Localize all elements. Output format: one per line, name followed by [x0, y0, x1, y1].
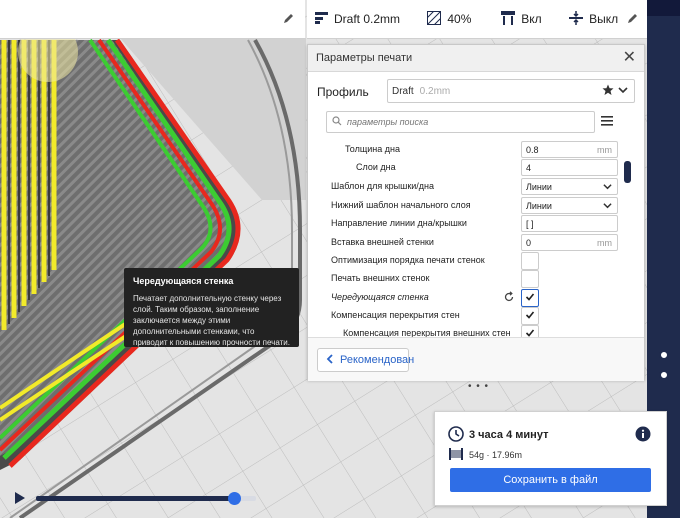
spool-icon — [449, 448, 463, 463]
adhesion-summary[interactable]: Выкл — [569, 0, 627, 38]
profile-icon — [315, 11, 328, 27]
support-summary-label: Вкл — [521, 12, 542, 26]
setting-unit: mm — [597, 145, 612, 155]
setting-dropdown[interactable]: Линии — [521, 197, 618, 214]
chevron-down-icon[interactable] — [618, 85, 628, 98]
setting-row: Компенсация перекрытия стен — [308, 307, 618, 325]
reset-icon[interactable] — [503, 291, 515, 303]
setting-label: Шаблон для крышки/дна — [331, 181, 435, 191]
search-input[interactable] — [347, 117, 567, 127]
pencil-icon[interactable] — [283, 12, 297, 26]
profile-row: Профиль Draft 0.2mm — [308, 79, 644, 103]
panel-title: Параметры печати — [316, 52, 413, 64]
checkmark-icon — [525, 292, 535, 304]
setting-input[interactable]: [ ] — [521, 215, 618, 232]
info-icon[interactable] — [635, 426, 651, 445]
setting-label: Толщина дна — [345, 144, 400, 154]
setting-label: Направление линии дна/крышки — [331, 218, 467, 228]
print-settings-panel: Параметры печати ✕ Профиль Draft 0.2mm п… — [307, 44, 645, 392]
chevron-down-icon — [603, 182, 612, 193]
profile-quality: 0.2mm — [419, 85, 451, 97]
adhesion-icon — [569, 10, 584, 28]
profile-label: Профиль — [317, 85, 369, 99]
setting-value: Линии — [526, 181, 552, 192]
setting-row: Чередующаяся стенка — [308, 289, 618, 307]
setting-checkbox[interactable] — [521, 307, 539, 325]
infill-summary[interactable]: 40% — [427, 0, 485, 38]
setting-input[interactable]: 0 mm — [521, 234, 618, 251]
setting-row: Слои дна 4 — [308, 159, 618, 177]
clock-icon — [448, 426, 464, 445]
profile-name: Draft — [392, 85, 414, 97]
setting-label: Оптимизация порядка печати стенок — [331, 255, 485, 265]
setting-label: Компенсация перекрытия стен — [331, 310, 460, 320]
setting-label: Слои дна — [356, 162, 396, 172]
chevron-left-icon — [326, 353, 334, 367]
profile-select[interactable]: Draft 0.2mm — [387, 79, 635, 103]
support-summary[interactable]: Вкл — [501, 0, 555, 38]
tooltip-description: Печатает дополнительную стенку через сло… — [133, 294, 290, 347]
setting-value: 0.8 — [526, 144, 539, 155]
print-time: 3 часа 4 минут — [469, 429, 549, 441]
tooltip-title: Чередующаяся стенка — [133, 276, 234, 286]
setting-value: 4 — [526, 162, 532, 173]
panel-header: Параметры печати ✕ — [308, 45, 644, 72]
pencil-icon[interactable] — [627, 12, 639, 27]
setting-row: Печать внешних стенок — [308, 270, 618, 288]
settings-scrollbar[interactable] — [624, 161, 631, 183]
layer-slider[interactable] — [659, 351, 669, 379]
support-icon — [501, 10, 516, 28]
adhesion-summary-label: Выкл — [589, 12, 619, 26]
infill-summary-label: 40% — [447, 12, 472, 26]
setting-row: Толщина дна 0.8 mm — [308, 141, 618, 159]
search-icon — [332, 115, 342, 129]
checkmark-icon — [525, 310, 535, 322]
close-icon[interactable]: ✕ — [623, 50, 636, 66]
setting-row: Оптимизация порядка печати стенок — [308, 252, 618, 270]
panel-footer: Рекомендован — [308, 337, 644, 381]
material-estimate: 54g · 17.96m — [469, 450, 523, 460]
setting-row: Направление линии дна/крышки [ ] — [308, 215, 618, 233]
setting-row: Вставка внешней стенки 0 mm — [308, 234, 618, 252]
settings-visibility-menu-icon[interactable] — [601, 115, 615, 127]
setting-checkbox[interactable] — [521, 252, 539, 270]
setting-unit: mm — [597, 238, 612, 248]
settings-list: Толщина дна 0.8 mm Слои дна 4 Шаблон для… — [308, 139, 618, 339]
simulation-progress-fill — [36, 496, 234, 501]
setting-row: Нижний шаблон начального слоя Линии — [308, 197, 618, 215]
recommended-button[interactable]: Рекомендован — [317, 348, 414, 372]
settings-search[interactable] — [326, 111, 595, 133]
setting-value: [ ] — [526, 218, 534, 229]
play-icon[interactable] — [14, 491, 26, 508]
setting-value: 0 — [526, 237, 532, 248]
infill-icon — [427, 10, 442, 28]
recommended-label: Рекомендован — [340, 354, 415, 366]
star-icon[interactable] — [602, 84, 614, 99]
stage-header-left — [0, 0, 305, 39]
setting-label: Чередующаяся стенка — [331, 292, 429, 302]
panel-resize-handle[interactable]: • • • — [468, 381, 489, 392]
setting-dropdown[interactable]: Линии — [521, 178, 618, 195]
save-to-file-button[interactable]: Сохранить в файл — [450, 468, 651, 492]
simulation-handle[interactable] — [228, 492, 241, 505]
chevron-down-icon — [603, 201, 612, 212]
setting-row: Шаблон для крышки/дна Линии — [308, 178, 618, 196]
setting-input[interactable]: 4 — [521, 159, 618, 176]
setting-tooltip: Чередующаяся стенка Печатает дополнитель… — [124, 268, 299, 347]
setting-label: Нижний шаблон начального слоя — [331, 200, 471, 210]
print-job-card: 3 часа 4 минут 54g · 17.96m Сохранить в … — [434, 411, 667, 506]
print-setup-summary-bar[interactable]: Draft 0.2mm 40% Вкл Выкл — [307, 0, 647, 39]
setting-checkbox[interactable] — [521, 289, 539, 307]
profile-summary-label: Draft 0.2mm — [334, 12, 401, 26]
setting-label: Печать внешних стенок — [331, 273, 430, 283]
setting-checkbox[interactable] — [521, 270, 539, 288]
setting-value: Линии — [526, 200, 552, 211]
setting-input[interactable]: 0.8 mm — [521, 141, 618, 158]
setting-label: Вставка внешней стенки — [331, 237, 434, 247]
profile-summary[interactable]: Draft 0.2mm — [307, 0, 411, 38]
